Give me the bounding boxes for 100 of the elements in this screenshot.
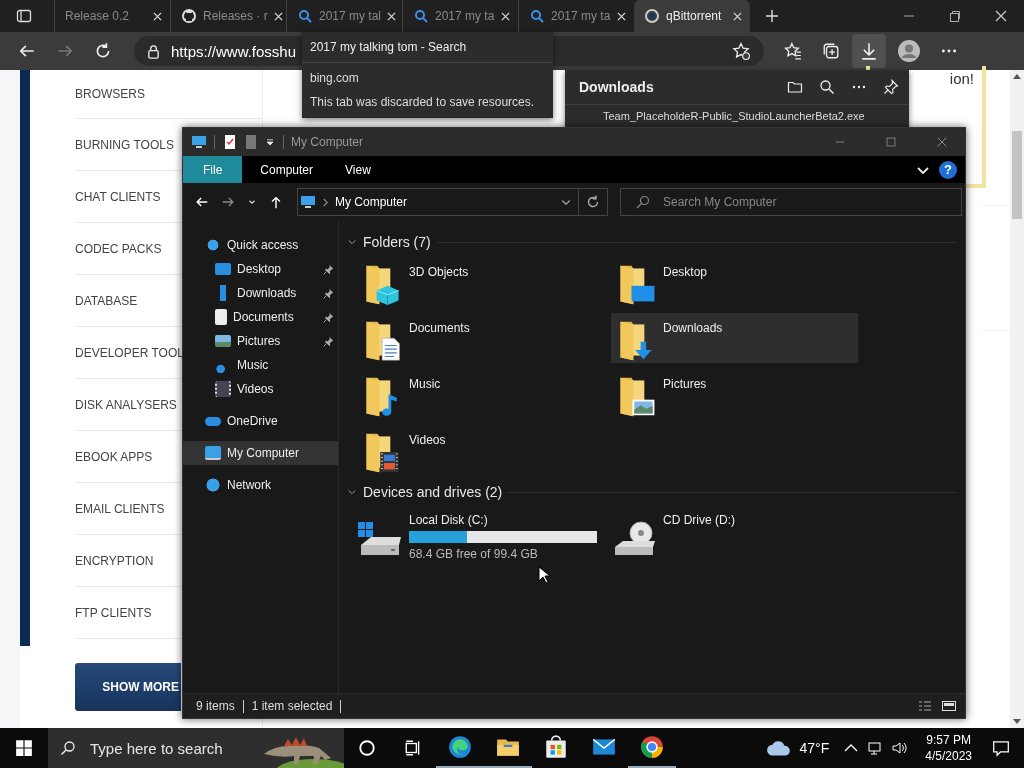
category-link[interactable]: DEVELOPER TOOL xyxy=(75,345,184,360)
weather-temperature[interactable]: 47°F xyxy=(799,740,830,756)
ribbon-tab[interactable]: File xyxy=(183,156,243,183)
scrollbar-thumb[interactable] xyxy=(1012,131,1022,219)
checklist-icon[interactable] xyxy=(222,134,238,150)
cloud-icon[interactable] xyxy=(765,739,792,757)
taskbar-search-field[interactable]: Type here to search xyxy=(48,728,344,768)
page-scrollbar[interactable] xyxy=(1010,70,1024,728)
help-button[interactable]: ? xyxy=(939,160,957,179)
close-icon[interactable] xyxy=(935,135,949,149)
category-link[interactable]: BROWSERS xyxy=(75,87,145,101)
scroll-up-icon[interactable] xyxy=(1013,74,1021,79)
computer-icon xyxy=(205,446,221,460)
category-link[interactable]: EBOOK APPS xyxy=(75,449,153,464)
videos-icon xyxy=(215,381,231,397)
navigation-item[interactable]: Network xyxy=(183,473,338,497)
new-tab-icon[interactable] xyxy=(764,8,780,24)
chevron-icon xyxy=(347,487,357,497)
back-arrow-icon[interactable] xyxy=(195,195,209,209)
search-icon xyxy=(635,194,651,210)
close-tab-icon[interactable] xyxy=(733,11,742,21)
group-header[interactable]: Folders (7) xyxy=(347,231,957,253)
download-arrow-icon xyxy=(860,42,878,60)
start-icon[interactable] xyxy=(15,739,33,757)
clock-time[interactable]: 9:57 PM xyxy=(926,732,971,748)
document-icon[interactable] xyxy=(243,134,259,150)
category-link[interactable]: ENCRYPTION xyxy=(75,553,154,568)
collections-icon[interactable] xyxy=(822,42,840,60)
category-link[interactable]: FTP CLIENTS xyxy=(75,605,152,620)
downloads-button[interactable] xyxy=(852,34,886,68)
network-monitor-icon[interactable] xyxy=(867,740,884,756)
notifications-icon[interactable] xyxy=(992,739,1010,757)
navigation-item[interactable]: Pictures xyxy=(183,329,338,353)
search-icon[interactable] xyxy=(819,79,835,95)
folder-item[interactable]: Downloads xyxy=(611,313,858,363)
browser-tab[interactable]: qBittorrent xyxy=(634,0,750,32)
close-icon[interactable] xyxy=(993,8,1009,24)
search-input[interactable]: Search My Computer xyxy=(661,194,945,210)
favorites-icon[interactable] xyxy=(784,42,802,60)
tab-actions-icon[interactable] xyxy=(16,8,32,24)
folder-item[interactable]: Desktop xyxy=(611,257,858,307)
folder-item[interactable]: Documents xyxy=(357,313,604,363)
tab-preview-note: This tab was discarded to save resources. xyxy=(310,95,536,109)
close-tab-icon[interactable] xyxy=(153,11,162,21)
add-favorite-icon[interactable] xyxy=(732,42,750,60)
navigation-item[interactable]: My Computer xyxy=(183,441,338,465)
ring-icon xyxy=(644,8,660,24)
tab-preview-site: bing.com xyxy=(310,71,360,85)
close-tab-icon[interactable] xyxy=(501,11,510,21)
close-tab-icon[interactable] xyxy=(273,11,283,21)
details-view-icon[interactable] xyxy=(917,698,933,714)
search-field[interactable]: Search My Computer xyxy=(620,188,962,216)
search-input[interactable]: Type here to search xyxy=(88,738,252,758)
folder-item[interactable]: Pictures xyxy=(611,369,858,419)
category-link[interactable]: BURNING TOOLS xyxy=(75,137,174,152)
group-header[interactable]: Devices and drives (2) xyxy=(347,481,957,503)
close-tab-icon[interactable] xyxy=(387,11,397,21)
navigation-item[interactable]: OneDrive xyxy=(183,409,338,433)
profile-avatar-icon[interactable] xyxy=(898,40,920,62)
refresh-icon[interactable] xyxy=(585,194,601,210)
task-view-icon[interactable] xyxy=(404,739,422,757)
speaker-icon[interactable] xyxy=(891,740,908,756)
folder-item[interactable]: Videos xyxy=(357,425,604,475)
category-link[interactable]: DISK ANALYSERS xyxy=(75,397,177,412)
ribbon-tab[interactable]: View xyxy=(331,156,385,183)
navigation-item[interactable]: Desktop xyxy=(183,257,338,281)
navigation-item[interactable]: Quick access xyxy=(183,233,338,257)
up-arrow-icon[interactable] xyxy=(269,195,283,209)
drive-item[interactable]: Local Disk (C:) 68.4 GB free of 99.4 GB xyxy=(357,513,611,561)
dropdown-icon[interactable] xyxy=(264,136,276,148)
category-link[interactable]: EMAIL CLIENTS xyxy=(75,501,165,516)
tricolor-circle-icon xyxy=(639,734,665,760)
category-link[interactable]: CHAT CLIENTS xyxy=(75,189,161,204)
refresh-icon[interactable] xyxy=(94,42,112,60)
show-more-button[interactable]: SHOW MORE xyxy=(75,663,181,711)
category-link[interactable]: DATABASE xyxy=(75,293,138,308)
navigation-item[interactable]: Music xyxy=(183,353,338,377)
ribbon-tab[interactable]: Computer xyxy=(246,156,328,183)
search-icon xyxy=(413,8,429,24)
address-field[interactable]: My Computer xyxy=(297,188,608,216)
navigation-item[interactable]: Downloads xyxy=(183,281,338,305)
folder-icon[interactable] xyxy=(787,79,803,95)
drive-item[interactable]: CD Drive (D:) xyxy=(611,513,865,561)
hard-drive-icon xyxy=(357,521,403,557)
restore-icon[interactable] xyxy=(947,8,963,24)
cortana-circle-icon[interactable] xyxy=(358,739,376,757)
selection-count: 1 item selected xyxy=(251,699,333,713)
clock-date[interactable]: 4/5/2023 xyxy=(925,748,972,764)
folder-item[interactable]: 3D Objects xyxy=(357,257,604,307)
forward-arrow-icon[interactable] xyxy=(221,195,235,209)
download-file-name[interactable]: Team_PlaceholdeR-Public_StudioLauncherBeta2.exe xyxy=(565,105,909,122)
navigation-item[interactable]: Documents xyxy=(183,305,338,329)
navigation-item[interactable]: Videos xyxy=(183,377,338,401)
large-icons-view-icon[interactable] xyxy=(941,698,957,714)
search-icon xyxy=(60,740,76,756)
pin-icon[interactable] xyxy=(883,79,899,95)
mouse-pointer-icon xyxy=(538,566,550,584)
category-link[interactable]: CODEC PACKS xyxy=(75,241,162,256)
folder-item[interactable]: Music xyxy=(357,369,604,419)
close-tab-icon[interactable] xyxy=(617,11,626,21)
